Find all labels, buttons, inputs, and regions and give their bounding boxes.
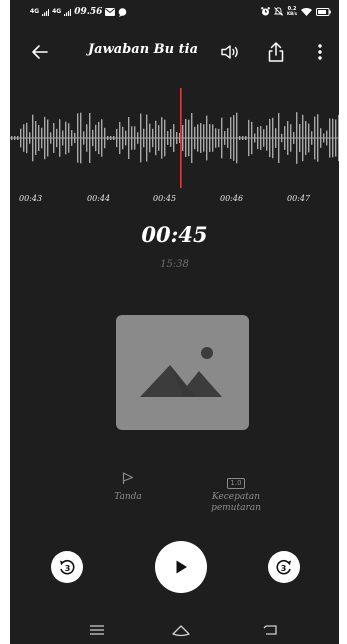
battery-icon <box>316 7 331 16</box>
return-icon <box>263 625 277 635</box>
wifi-icon <box>301 7 312 16</box>
alarm-icon <box>261 7 270 16</box>
timeline-tick: 00:43 <box>19 194 43 203</box>
mute-icon <box>274 7 283 16</box>
play-button[interactable] <box>155 541 207 593</box>
timeline-tick: 00:47 <box>287 194 311 203</box>
status-bar: 4G 4G 09.56 0.2 KB/s <box>10 0 339 24</box>
recording-title: Jawaban Bu tia <box>88 42 199 57</box>
image-icon <box>140 347 222 397</box>
network-speed: 0.2 KB/s <box>287 6 297 16</box>
speaker-button[interactable] <box>218 40 242 64</box>
timeline-tick: 00:46 <box>220 194 244 203</box>
network-indicator-2: 4G <box>52 8 62 15</box>
share-icon <box>268 42 284 62</box>
arrow-left-icon <box>32 45 48 59</box>
play-icon <box>176 560 187 574</box>
more-vertical-icon <box>318 44 322 60</box>
back-button[interactable] <box>28 40 52 64</box>
skip-forward-seconds: 3 <box>281 564 287 573</box>
home-nav-button[interactable] <box>170 622 192 638</box>
waveform[interactable] <box>10 88 339 188</box>
share-button[interactable] <box>264 40 288 64</box>
chat-bubble-icon <box>119 7 127 17</box>
system-navigation-bar <box>10 616 339 644</box>
back-nav-button[interactable] <box>260 622 282 638</box>
total-duration: 15:38 <box>160 259 189 270</box>
flag-icon <box>122 472 134 484</box>
skip-back-button[interactable]: 3 <box>51 551 83 583</box>
timeline-tick: 00:44 <box>87 194 111 203</box>
rewind-icon: 3 <box>60 559 75 575</box>
timeline-tick: 00:45 <box>153 194 177 203</box>
speed-label: Kecepatan pemutaran <box>211 492 261 513</box>
menu-icon <box>90 625 104 635</box>
speed-badge: 1.0 <box>227 478 245 489</box>
more-options-button[interactable] <box>313 40 327 64</box>
network-indicator-1: 4G <box>30 8 40 15</box>
skip-back-seconds: 3 <box>65 564 71 573</box>
image-placeholder[interactable] <box>116 315 249 430</box>
mark-label: Tanda <box>114 492 142 502</box>
waveform-baseline <box>10 137 339 139</box>
current-time: 00:45 <box>141 222 208 247</box>
speaker-icon <box>221 45 238 59</box>
status-time: 09.56 <box>74 7 103 17</box>
playhead[interactable] <box>180 88 182 188</box>
mark-button[interactable]: Tanda <box>83 470 173 503</box>
menu-nav-button[interactable] <box>86 622 108 638</box>
voice-recorder-screen: 4G 4G 09.56 0.2 KB/s Jawaban Bu tia 00:4… <box>10 0 339 644</box>
home-icon <box>172 625 190 637</box>
fast-forward-icon: 3 <box>276 559 291 575</box>
timeline: 00:43 00:44 00:45 00:46 00:47 <box>10 194 339 206</box>
signal-icon <box>64 8 72 16</box>
app-header: Jawaban Bu tia <box>10 34 339 70</box>
mail-icon <box>105 8 116 16</box>
signal-icon <box>42 8 50 16</box>
skip-forward-button[interactable]: 3 <box>268 551 300 583</box>
playback-speed-button[interactable]: 1.0 Kecepatan pemutaran <box>191 470 281 514</box>
